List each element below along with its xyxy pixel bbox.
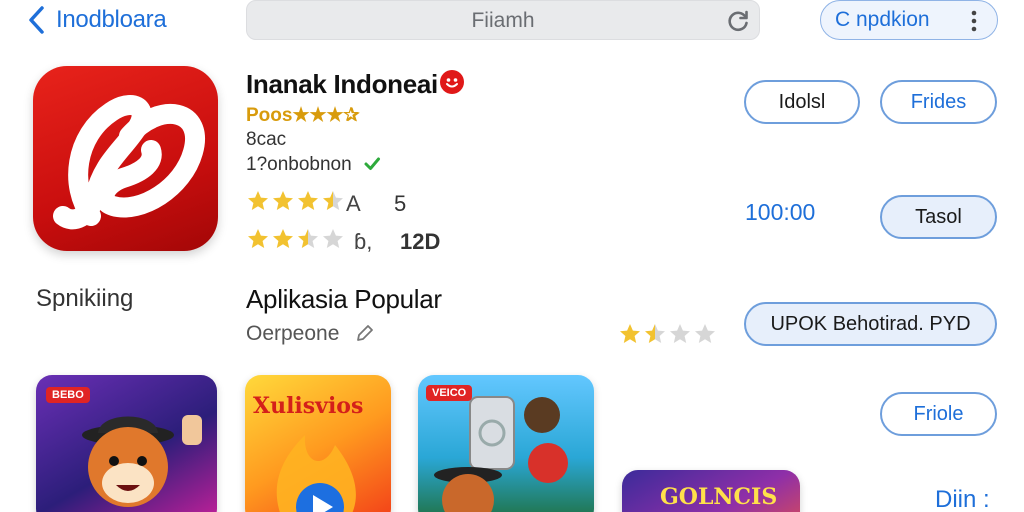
star-icon xyxy=(323,229,343,248)
emoji-badge-icon xyxy=(440,70,464,94)
action-button-b[interactable]: Frides xyxy=(880,80,997,124)
search-bar[interactable]: Fiiamh xyxy=(246,0,760,40)
rating-value: A xyxy=(346,191,361,216)
app-thumbnail[interactable]: Xulisvios xyxy=(245,375,391,512)
rating-stars-secondary xyxy=(246,227,345,251)
back-label: Inodbloara xyxy=(56,6,167,33)
thumbnail-tag: BEBO xyxy=(46,387,90,403)
app-icon[interactable] xyxy=(33,66,218,251)
star-icon xyxy=(620,324,640,343)
top-action-button[interactable]: C npdkion xyxy=(820,0,998,40)
star-icon xyxy=(248,191,268,210)
thumbnail-tag: VEICO xyxy=(426,385,473,401)
star-icon xyxy=(248,229,268,248)
refresh-icon[interactable] xyxy=(725,8,751,34)
bottom-label[interactable]: Diin : xyxy=(935,486,990,512)
star-icon xyxy=(298,229,318,248)
star-icon xyxy=(273,229,293,248)
action-button-e[interactable]: Friole xyxy=(880,392,997,436)
action-button-d[interactable]: UPOK Behotirad. PYD xyxy=(744,302,997,346)
app-thumbnail[interactable]: VEICO xyxy=(418,375,594,512)
rating-count: 5 xyxy=(394,191,407,216)
action-button-c[interactable]: Tasol xyxy=(880,195,997,239)
time-label: 100:00 xyxy=(745,199,816,225)
section-title: Aplikasia Popular xyxy=(246,284,442,314)
more-vertical-icon[interactable] xyxy=(961,7,987,35)
search-placeholder: Fiiamh xyxy=(471,9,535,32)
app-thumbnail[interactable]: BEBO xyxy=(36,375,217,512)
rating-count-secondary: 12D xyxy=(400,229,441,254)
back-button[interactable]: Inodbloara xyxy=(22,2,167,38)
star-icon xyxy=(670,324,690,343)
star-icon xyxy=(645,324,665,343)
app-title: Inanak Indoneai xyxy=(246,69,438,99)
side-label[interactable]: Spnikiing xyxy=(36,285,133,313)
chevron-left-icon xyxy=(29,6,44,34)
thumbnail-title: GOLNCIS xyxy=(660,484,778,510)
check-badge-icon xyxy=(364,157,380,170)
star-icon xyxy=(695,324,715,343)
section-rating-stars xyxy=(618,322,717,346)
app-thumbnail[interactable]: GOLNCIS xyxy=(622,470,800,512)
app-size: 8cac xyxy=(246,129,287,150)
star-icon xyxy=(298,191,318,210)
star-icon xyxy=(323,191,343,210)
rating-stars xyxy=(246,189,345,213)
thumbnail-title: Xulisvios xyxy=(253,393,364,419)
positive-label: Poos★★★✰ xyxy=(246,105,360,126)
star-icon xyxy=(273,191,293,210)
section-subtitle: Oerpeone xyxy=(246,322,340,345)
action-button-a[interactable]: Idolsl xyxy=(744,80,860,124)
pencil-icon[interactable] xyxy=(354,322,376,344)
top-action-label: C npdkion xyxy=(835,8,930,31)
developer-name[interactable]: 1?onbobnon xyxy=(246,154,352,176)
app-logo-icon xyxy=(53,95,205,230)
rating-value-secondary: ɓ, xyxy=(354,229,373,254)
